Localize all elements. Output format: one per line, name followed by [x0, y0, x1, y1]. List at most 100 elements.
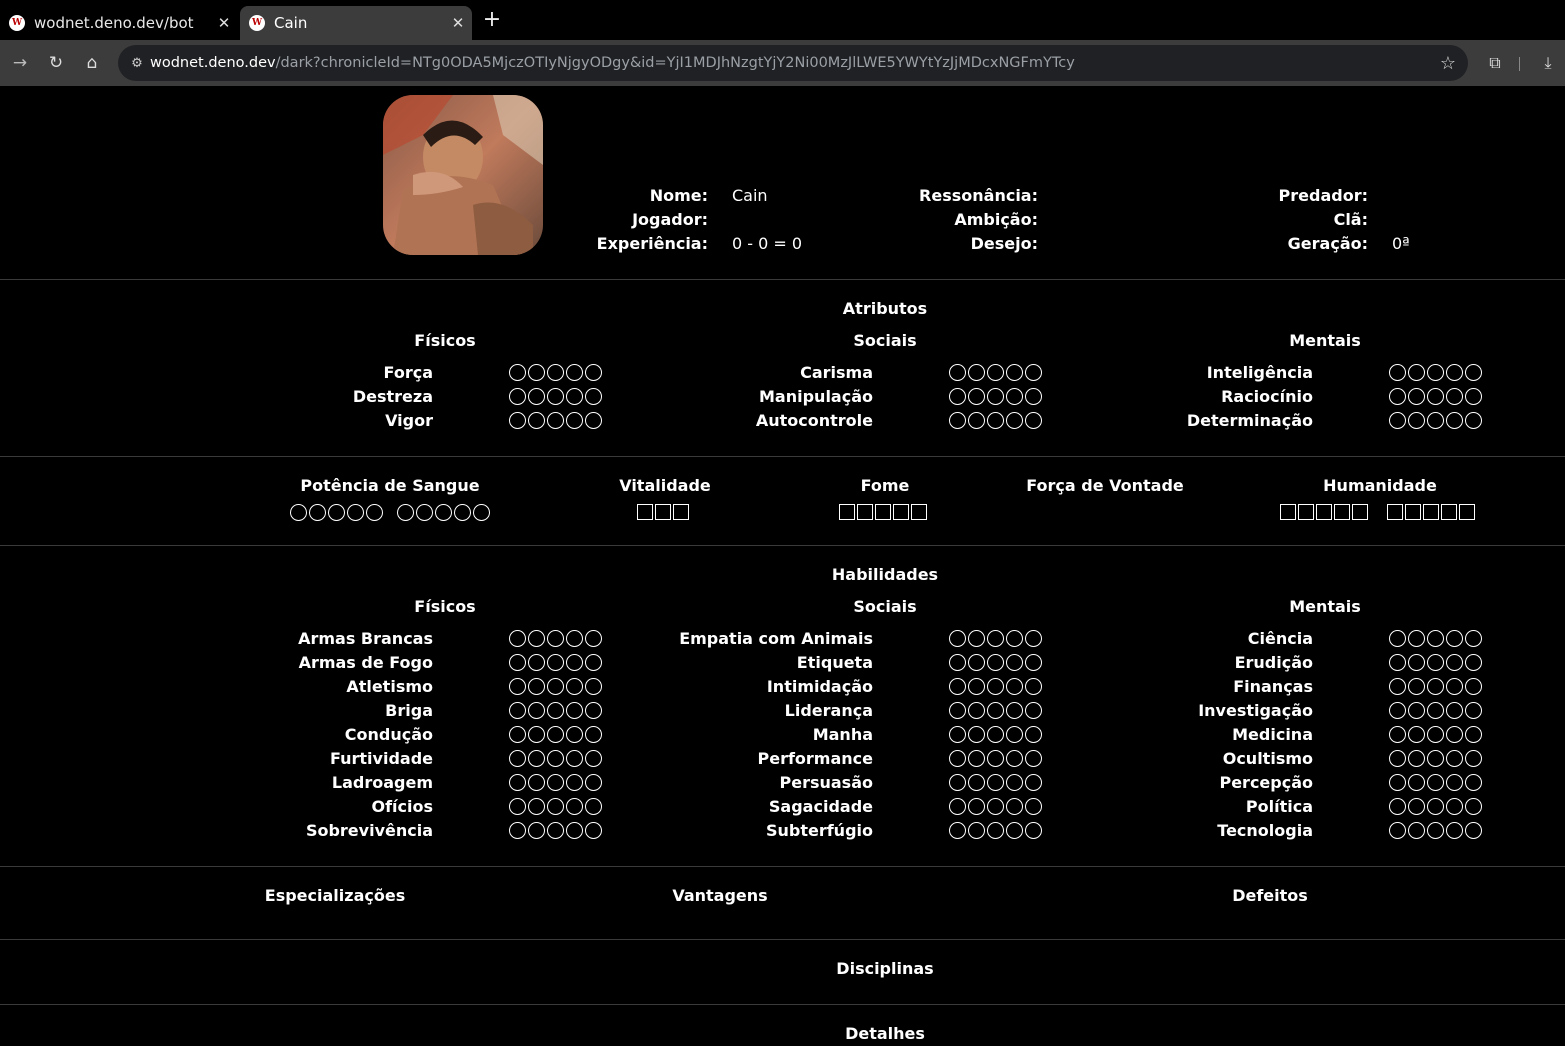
rating-dot[interactable]: [528, 630, 545, 647]
rating-dot[interactable]: [1389, 364, 1406, 381]
rating-dot[interactable]: [347, 504, 364, 521]
rating-dot[interactable]: [1389, 750, 1406, 767]
rating-dot[interactable]: [509, 654, 526, 671]
rating-dot[interactable]: [1389, 822, 1406, 839]
rating-dot[interactable]: [1408, 702, 1425, 719]
rating-dot[interactable]: [1465, 364, 1482, 381]
rating-dot[interactable]: [1427, 412, 1444, 429]
rating-dot[interactable]: [566, 726, 583, 743]
rating-dot[interactable]: [585, 412, 602, 429]
rating-dot[interactable]: [566, 702, 583, 719]
rating-dot[interactable]: [1006, 726, 1023, 743]
tracker-box[interactable]: [1441, 504, 1457, 520]
rating-dot[interactable]: [1025, 412, 1042, 429]
rating-dot[interactable]: [949, 798, 966, 815]
rating-dot[interactable]: [566, 822, 583, 839]
browser-tab-active[interactable]: W Cain ✕: [240, 6, 472, 40]
tracker-box[interactable]: [1334, 504, 1350, 520]
rating-dot[interactable]: [987, 822, 1004, 839]
rating-dot[interactable]: [1408, 798, 1425, 815]
rating-dot[interactable]: [585, 798, 602, 815]
rating-dot[interactable]: [1465, 726, 1482, 743]
rating-dot[interactable]: [968, 364, 985, 381]
rating-dot[interactable]: [547, 654, 564, 671]
rating-dot[interactable]: [528, 412, 545, 429]
rating-dot[interactable]: [585, 750, 602, 767]
rating-dot[interactable]: [987, 654, 1004, 671]
tracker-box[interactable]: [1316, 504, 1332, 520]
tracker-box[interactable]: [857, 504, 873, 520]
rating-dot[interactable]: [1465, 630, 1482, 647]
determinacao-rating[interactable]: [1389, 412, 1482, 429]
rating-dot[interactable]: [509, 678, 526, 695]
rating-dot[interactable]: [366, 504, 383, 521]
conducao-rating[interactable]: [509, 726, 602, 743]
rating-dot[interactable]: [1465, 678, 1482, 695]
lideranca-rating[interactable]: [949, 702, 1042, 719]
rating-dot[interactable]: [528, 702, 545, 719]
address-bar[interactable]: ⚙ wodnet.deno.dev/dark?chronicleId=NTg0O…: [118, 45, 1468, 81]
rating-dot[interactable]: [528, 364, 545, 381]
rating-dot[interactable]: [1025, 822, 1042, 839]
rating-dot[interactable]: [1446, 412, 1463, 429]
rating-dot[interactable]: [566, 774, 583, 791]
rating-dot[interactable]: [968, 678, 985, 695]
vigor-rating[interactable]: [509, 412, 602, 429]
tracker-box[interactable]: [1459, 504, 1475, 520]
rating-dot[interactable]: [1446, 654, 1463, 671]
atletismo-rating[interactable]: [509, 678, 602, 695]
etiqueta-rating[interactable]: [949, 654, 1042, 671]
rating-dot[interactable]: [566, 412, 583, 429]
rating-dot[interactable]: [968, 654, 985, 671]
rating-dot[interactable]: [585, 630, 602, 647]
briga-rating[interactable]: [509, 702, 602, 719]
rating-dot[interactable]: [1465, 412, 1482, 429]
rating-dot[interactable]: [509, 388, 526, 405]
blood-potency-dots-extra[interactable]: [397, 504, 490, 521]
rating-dot[interactable]: [949, 774, 966, 791]
rating-dot[interactable]: [528, 678, 545, 695]
rating-dot[interactable]: [968, 726, 985, 743]
tracker-box[interactable]: [1280, 504, 1296, 520]
rating-dot[interactable]: [309, 504, 326, 521]
rating-dot[interactable]: [1006, 630, 1023, 647]
rating-dot[interactable]: [1427, 726, 1444, 743]
rating-dot[interactable]: [1408, 630, 1425, 647]
rating-dot[interactable]: [566, 750, 583, 767]
rating-dot[interactable]: [585, 774, 602, 791]
rating-dot[interactable]: [1006, 388, 1023, 405]
rating-dot[interactable]: [1025, 630, 1042, 647]
extensions-icon[interactable]: ⧉: [1482, 50, 1508, 76]
rating-dot[interactable]: [987, 774, 1004, 791]
rating-dot[interactable]: [968, 750, 985, 767]
rating-dot[interactable]: [509, 630, 526, 647]
rating-dot[interactable]: [949, 364, 966, 381]
new-tab-icon[interactable]: +: [480, 7, 504, 33]
rating-dot[interactable]: [1408, 750, 1425, 767]
rating-dot[interactable]: [968, 412, 985, 429]
rating-dot[interactable]: [547, 798, 564, 815]
rating-dot[interactable]: [949, 412, 966, 429]
rating-dot[interactable]: [566, 630, 583, 647]
rating-dot[interactable]: [585, 654, 602, 671]
rating-dot[interactable]: [1408, 412, 1425, 429]
hunger-boxes[interactable]: [839, 504, 927, 520]
rating-dot[interactable]: [509, 412, 526, 429]
rating-dot[interactable]: [968, 388, 985, 405]
rating-dot[interactable]: [1465, 750, 1482, 767]
tracker-box[interactable]: [893, 504, 909, 520]
rating-dot[interactable]: [1408, 774, 1425, 791]
rating-dot[interactable]: [547, 822, 564, 839]
rating-dot[interactable]: [1025, 678, 1042, 695]
rating-dot[interactable]: [435, 504, 452, 521]
rating-dot[interactable]: [1389, 630, 1406, 647]
browser-tab[interactable]: W wodnet.deno.dev/bot ✕: [0, 6, 238, 40]
rating-dot[interactable]: [968, 798, 985, 815]
rating-dot[interactable]: [1025, 702, 1042, 719]
rating-dot[interactable]: [509, 774, 526, 791]
manha-rating[interactable]: [949, 726, 1042, 743]
rating-dot[interactable]: [1465, 822, 1482, 839]
rating-dot[interactable]: [1389, 702, 1406, 719]
forward-arrow-icon[interactable]: →: [7, 50, 33, 76]
financas-rating[interactable]: [1389, 678, 1482, 695]
